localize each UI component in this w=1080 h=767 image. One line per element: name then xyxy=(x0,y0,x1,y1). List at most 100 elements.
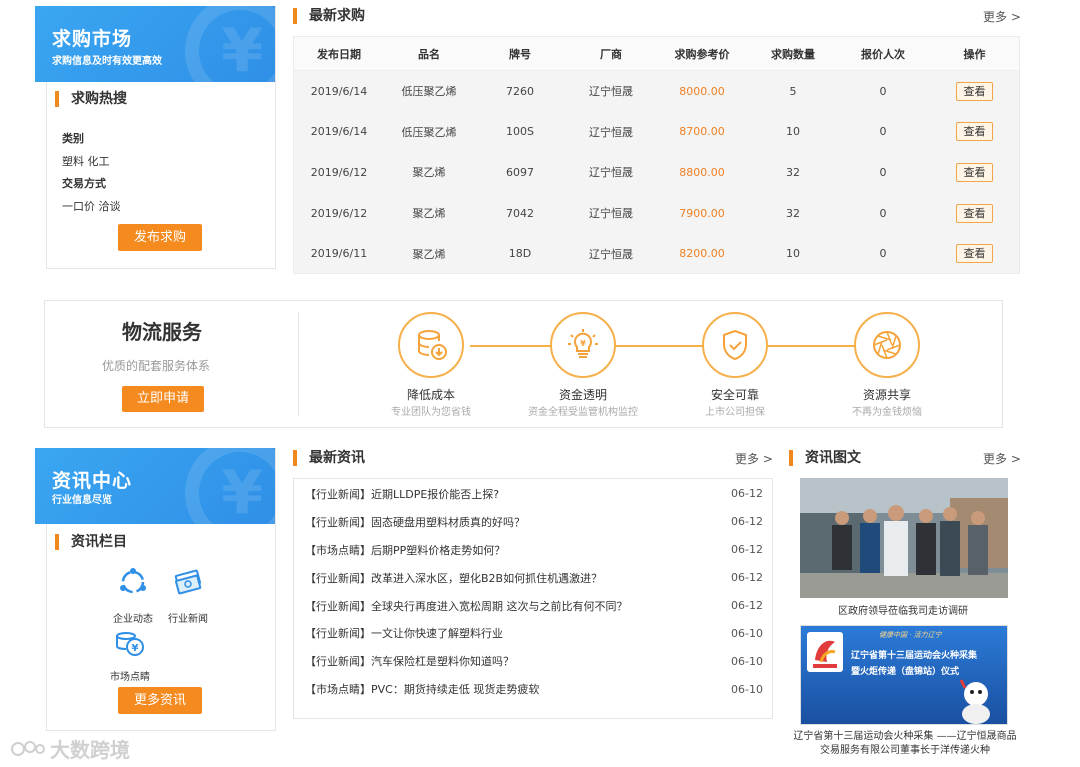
cell-action: 查看 xyxy=(928,162,1021,182)
news-item[interactable]: 【行业新闻】汽车保险杠是塑料你知道吗？ 06-10 xyxy=(305,647,763,675)
news-photo-1-caption[interactable]: 区政府领导莅临我司走访调研 xyxy=(838,602,968,617)
cell-date: 2019/6/12 xyxy=(310,165,368,179)
news-headline: 【行业新闻】汽车保险杠是塑料你知道吗？ xyxy=(305,653,514,669)
news-photo-1[interactable] xyxy=(800,478,1008,598)
hot-search-list: 类别 塑料 化工 交易方式 一口价 洽谈 xyxy=(62,128,121,218)
trade-method-values[interactable]: 一口价 洽谈 xyxy=(62,196,121,219)
logistics-feature: 安全可靠 上市公司担保 xyxy=(680,312,790,418)
apply-now-button[interactable]: 立即申请 xyxy=(122,386,204,412)
trade-method-label: 交易方式 xyxy=(62,177,106,190)
news-headline: 【行业新闻】固态硬盘用塑料材质真的好吗？ xyxy=(305,514,525,530)
feature-title: 资源共享 xyxy=(862,388,911,402)
news-photo-2[interactable]: 健康中国 · 活力辽宁 辽宁省第十三届运动会火种采集 暨火炬传递（盘锦站）仪式 xyxy=(800,625,1008,725)
logistics-feature: ¥ 资金透明 资金全程受监管机构监控 xyxy=(528,312,638,418)
database-icon xyxy=(398,312,464,378)
news-text: 近期LLDPE报价能否上探? xyxy=(371,487,500,501)
latest-news-more-link[interactable]: 更多 > xyxy=(735,450,773,467)
news-photo-2-caption[interactable]: 辽宁省第十三届运动会火种采集 ——辽宁恒晟商品 交易服务有限公司董事长于洋传递火… xyxy=(789,730,1021,758)
cell-date: 2019/6/14 xyxy=(310,84,368,98)
news-text: 汽车保险杠是塑料你知道吗？ xyxy=(371,655,514,669)
info-item-label: 市场点睛 xyxy=(110,672,150,683)
cell-maker: 辽宁恒晟 xyxy=(589,125,633,139)
news-text: 改革进入深水区，塑化B2B如何抓住机遇激进？ xyxy=(371,571,603,585)
info-columns-title: 资讯栏目 xyxy=(55,534,127,550)
view-button[interactable]: 查看 xyxy=(956,162,993,182)
cell-quotes: 0 xyxy=(879,247,887,261)
news-headline: 【市场点睛】后期PP塑料价格走势如何？ xyxy=(305,542,505,558)
cell-maker: 辽宁恒晟 xyxy=(589,85,633,99)
news-date: 06-12 xyxy=(731,599,763,612)
aperture-icon xyxy=(854,312,920,378)
svg-text:¥: ¥ xyxy=(580,339,586,348)
news-item[interactable]: 【市场点睛】PVC：期货持续走低 现货走势疲软 06-10 xyxy=(305,675,763,703)
feature-title: 资金透明 xyxy=(558,388,607,402)
news-date: 06-10 xyxy=(731,626,763,640)
info-center-header: ¥ 资讯中心 行业信息尽览 xyxy=(35,448,275,524)
info-item-industry-news[interactable]: 行业新闻 xyxy=(163,566,213,625)
table-row: 2019/6/12 聚乙烯 6097 辽宁恒晟 8800.00 32 0 查看 xyxy=(294,152,1019,193)
latest-purchase-title: 最新求购 xyxy=(293,8,365,24)
logistics-title: 物流服务 xyxy=(122,320,202,344)
cell-quotes: 0 xyxy=(879,206,887,220)
feature-desc: 专业团队为您省钱 xyxy=(391,407,471,418)
news-item[interactable]: 【行业新闻】近期LLDPE报价能否上探? 06-12 xyxy=(305,480,763,508)
view-button[interactable]: 查看 xyxy=(956,122,993,142)
view-button[interactable]: 查看 xyxy=(956,203,993,223)
cell-qty: 32 xyxy=(786,165,800,179)
news-pics-more-link[interactable]: 更多 > xyxy=(983,450,1021,467)
cell-action: 查看 xyxy=(928,81,1021,101)
cell-name: 低压聚乙烯 xyxy=(401,85,457,99)
info-center-title: 资讯中心 xyxy=(52,470,133,492)
cell-price: 8800.00 xyxy=(679,165,725,179)
latest-news-title: 最新资讯 xyxy=(293,450,365,466)
yen-watermark-icon: ¥ xyxy=(221,458,263,524)
info-item-market-insight[interactable]: ¥ 市场点睛 xyxy=(105,628,155,683)
info-item-label: 行业新闻 xyxy=(168,614,208,625)
svg-text:¥: ¥ xyxy=(132,643,139,654)
more-info-button[interactable]: 更多资讯 xyxy=(118,687,202,714)
info-item-company-news[interactable]: 企业动态 xyxy=(108,566,158,625)
news-text: 后期PP塑料价格走势如何？ xyxy=(371,543,506,557)
column-header: 求购参考价 xyxy=(674,47,730,61)
category-label: 类别 xyxy=(62,132,84,145)
news-date: 06-12 xyxy=(731,515,763,529)
publish-purchase-button[interactable]: 发布求购 xyxy=(118,224,202,251)
news-item[interactable]: 【行业新闻】一文让你快速了解塑料行业 06-10 xyxy=(305,619,763,647)
column-header: 求购数量 xyxy=(771,47,815,61)
purchase-market-header: ¥ 求购市场 求购信息及时有效更高效 xyxy=(35,6,275,82)
cell-qty: 32 xyxy=(786,206,800,220)
news-item[interactable]: 【市场点睛】后期PP塑料价格走势如何？ 06-12 xyxy=(305,536,763,564)
column-header: 报价人次 xyxy=(861,47,905,61)
logistics-subtitle: 优质的配套服务体系 xyxy=(102,359,211,373)
news-item[interactable]: 【行业新闻】全球央行再度进入宽松周期 这次与之前比有何不同？ 06-12 xyxy=(305,592,763,620)
category-values[interactable]: 塑料 化工 xyxy=(62,151,121,174)
latest-purchase-more-link[interactable]: 更多 > xyxy=(983,8,1021,25)
games-logo-icon xyxy=(807,632,843,672)
money-icon xyxy=(174,569,202,595)
cell-name: 聚乙烯 xyxy=(412,207,446,221)
purchase-market-title: 求购市场 xyxy=(52,28,133,50)
people-photo-image xyxy=(800,478,1008,598)
cell-qty: 10 xyxy=(786,125,800,139)
cell-price: 7900.00 xyxy=(679,206,725,220)
news-headline: 【行业新闻】改革进入深水区，塑化B2B如何抓住机遇激进？ xyxy=(305,570,602,586)
news-tag: 【行业新闻】 xyxy=(305,571,371,585)
cell-action: 查看 xyxy=(928,203,1021,223)
cell-quotes: 0 xyxy=(879,84,887,98)
news-tag: 【行业新闻】 xyxy=(305,515,371,529)
cell-name: 聚乙烯 xyxy=(412,166,446,180)
news-item[interactable]: 【行业新闻】固态硬盘用塑料材质真的好吗？ 06-12 xyxy=(305,508,763,536)
news-item[interactable]: 【行业新闻】改革进入深水区，塑化B2B如何抓住机遇激进？ 06-12 xyxy=(305,564,763,592)
latest-purchase-table: 发布日期 品名 牌号 厂商 求购参考价 求购数量 报价人次 操作 2019/6/14 低压聚乙烯… xyxy=(293,36,1020,274)
news-date: 06-10 xyxy=(731,654,763,668)
purchase-market-subtitle: 求购信息及时有效更高效 xyxy=(52,56,162,67)
info-center-subtitle: 行业信息尽览 xyxy=(52,495,112,506)
view-button[interactable]: 查看 xyxy=(956,81,993,101)
feature-desc: 不再为金钱烦恼 xyxy=(852,407,922,418)
news-date: 06-10 xyxy=(731,682,763,696)
cell-action: 查看 xyxy=(928,122,1021,142)
cycle-icon xyxy=(120,568,146,594)
hot-search-title: 求购热搜 xyxy=(55,91,127,107)
view-button[interactable]: 查看 xyxy=(956,244,993,264)
cell-name: 低压聚乙烯 xyxy=(401,125,457,139)
